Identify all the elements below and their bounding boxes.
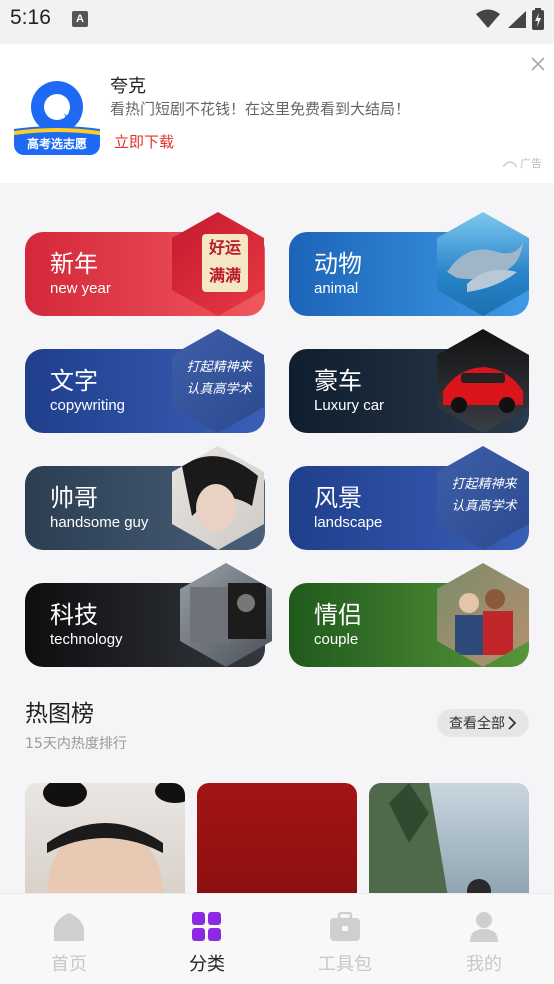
nav-label: 工具包 <box>318 954 372 975</box>
ad-logo-caption: 高考选志愿 <box>26 137 87 151</box>
nav-home[interactable]: 首页 <box>34 912 104 976</box>
ad-label: 广告 <box>503 155 542 171</box>
category-title: 文字 <box>50 367 98 395</box>
copywriting-image-text: 打起精神来 <box>186 360 252 375</box>
landscape-image-text: 打起精神来 <box>451 477 517 492</box>
new-year-image-text: 满满 <box>208 266 241 285</box>
nav-category[interactable]: 分类 <box>172 912 242 976</box>
category-subtitle: handsome guy <box>50 514 149 531</box>
ad-title: 夸克 <box>110 76 146 97</box>
toolbox-icon <box>330 911 360 941</box>
category-subtitle: Luxury car <box>314 397 385 414</box>
ad-download-button[interactable]: 立即下载 <box>114 131 174 152</box>
category-title: 新年 <box>50 250 98 278</box>
category-title: 科技 <box>50 601 98 629</box>
copywriting-image-text: 认真高学术 <box>186 382 252 397</box>
hot-image-3[interactable] <box>369 783 529 903</box>
user-icon <box>470 912 498 942</box>
status-bar: 5:16 A <box>0 0 554 44</box>
grid-icon <box>192 912 221 941</box>
new-year-image-text: 好运 <box>208 238 241 257</box>
category-subtitle: couple <box>314 631 359 648</box>
hot-image-2[interactable] <box>197 783 357 903</box>
battery-icon <box>532 8 544 30</box>
nav-label: 首页 <box>51 954 87 975</box>
chevron-right-icon <box>508 716 517 730</box>
status-icons <box>476 8 544 30</box>
bottom-nav: 首页 分类 工具包 我的 <box>0 893 554 984</box>
hot-list-title: 热图榜 <box>25 701 94 727</box>
category-subtitle: copywriting <box>50 397 126 414</box>
category-subtitle: new year <box>50 280 111 297</box>
wifi-icon <box>476 9 500 28</box>
view-all-label: 查看全部 <box>449 716 505 732</box>
nav-profile[interactable]: 我的 <box>449 912 519 976</box>
view-all-button[interactable]: 查看全部 <box>437 709 529 737</box>
ad-mark-icon <box>503 161 517 167</box>
notification-icon: A <box>72 11 88 27</box>
nav-label: 我的 <box>466 954 502 975</box>
nav-toolbox[interactable]: 工具包 <box>310 911 380 976</box>
status-time: 5:16 <box>10 6 51 29</box>
hot-list-subtitle: 15天内热度排行 <box>25 736 127 752</box>
category-title: 动物 <box>314 250 362 278</box>
signal-icon <box>508 11 526 28</box>
category-subtitle: technology <box>50 631 123 648</box>
ad-description: 看热门短剧不花钱！在这里免费看到大结局！ <box>110 100 411 118</box>
category-title: 帅哥 <box>50 484 98 512</box>
category-subtitle: landscape <box>314 514 383 531</box>
landscape-image-text: 认真高学术 <box>451 499 517 514</box>
hot-image-1[interactable] <box>25 783 185 903</box>
category-title: 豪车 <box>314 367 362 395</box>
nav-label: 分类 <box>189 954 225 975</box>
home-icon <box>54 913 84 941</box>
close-icon[interactable] <box>530 56 546 72</box>
category-subtitle: animal <box>314 280 359 297</box>
ad-app-logo: 高考选志愿 <box>14 69 100 155</box>
category-title: 情侣 <box>314 601 362 629</box>
category-title: 风景 <box>314 484 362 512</box>
ad-banner[interactable]: 高考选志愿 夸克 看热门短剧不花钱！在这里免费看到大结局！ 立即下载 广告 <box>0 44 554 183</box>
